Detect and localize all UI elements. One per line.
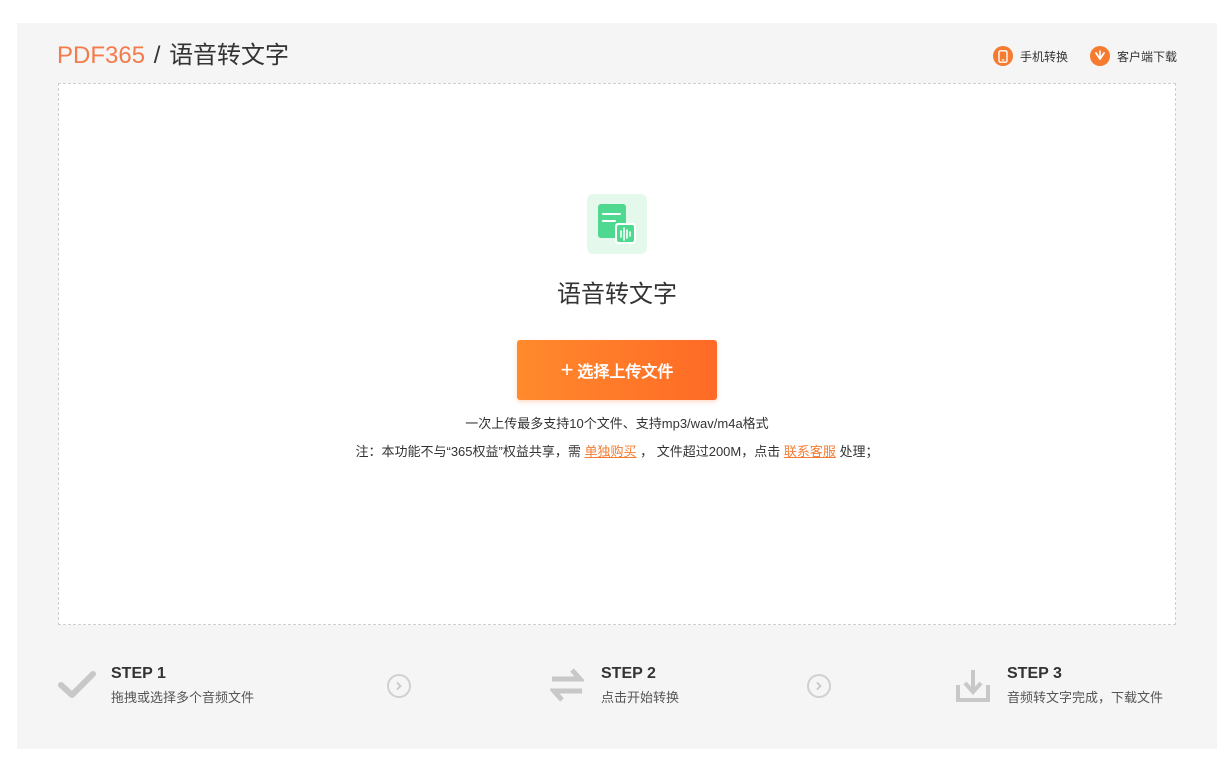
step-3-desc: 音频转文字完成，下载文件 (1007, 690, 1164, 705)
contact-support-link[interactable]: 联系客服 (784, 444, 836, 459)
mobile-convert-label: 手机转换 (1019, 49, 1068, 64)
step-1-title: STEP 1 (111, 665, 166, 682)
step-2: STEP 2 点击开始转换 (547, 663, 679, 706)
main-panel: PDF365 / 语音转文字 手机转换 客户端下载 语音转文字 + 选择上传文件… (17, 23, 1217, 749)
upload-button-label: 选择上传文件 (577, 364, 674, 381)
chevron-right-icon (387, 674, 411, 698)
convert-arrows-icon (547, 665, 587, 705)
header-links: 手机转换 客户端下载 (971, 44, 1177, 68)
page-title: PDF365 / 语音转文字 (57, 39, 289, 73)
download-client-icon (1089, 46, 1110, 66)
checkmark-icon (57, 665, 97, 705)
upload-limit-hint: 一次上传最多支持10个文件、支持mp3/wav/m4a格式 (465, 416, 769, 431)
step-1: STEP 1 拖拽或选择多个音频文件 (57, 663, 254, 706)
select-upload-file-button[interactable]: + 选择上传文件 (517, 340, 717, 400)
speech-to-text-icon (587, 194, 647, 254)
feature-title: 语音转文字 (557, 281, 677, 308)
upload-note: 注：本功能不与“365权益”权益共享，需 单独购买 ， 文件超过200M，点击 … (59, 441, 1175, 460)
brand-link[interactable]: PDF365 (57, 42, 145, 69)
note-middle: ， 文件超过200M，点击 (636, 444, 784, 459)
mobile-convert-link[interactable]: 手机转换 (992, 46, 1068, 66)
buy-separately-link[interactable]: 单独购买 (584, 444, 636, 459)
note-prefix: 注：本功能不与“365权益”权益共享，需 (355, 444, 585, 459)
client-download-label: 客户端下载 (1116, 49, 1177, 64)
download-tray-icon (953, 665, 993, 705)
note-suffix: 处理； (835, 444, 879, 459)
step-2-title: STEP 2 (601, 665, 656, 682)
step-3-title: STEP 3 (1007, 665, 1062, 682)
upload-dropzone[interactable]: 语音转文字 + 选择上传文件 一次上传最多支持10个文件、支持mp3/wav/m… (58, 83, 1176, 625)
step-1-desc: 拖拽或选择多个音频文件 (111, 690, 255, 705)
title-separator: / (153, 42, 161, 69)
page-title-text: 语音转文字 (169, 42, 290, 69)
chevron-right-icon (807, 674, 831, 698)
steps-bar: STEP 1 拖拽或选择多个音频文件 STEP 2 点击开始转换 STEP 3 … (57, 663, 1177, 713)
header: PDF365 / 语音转文字 手机转换 客户端下载 (57, 39, 1177, 73)
plus-icon: + (560, 357, 574, 382)
step-3: STEP 3 音频转文字完成，下载文件 (953, 663, 1163, 706)
phone-icon (992, 46, 1013, 66)
client-download-link[interactable]: 客户端下载 (1089, 46, 1177, 66)
step-2-desc: 点击开始转换 (601, 690, 680, 705)
